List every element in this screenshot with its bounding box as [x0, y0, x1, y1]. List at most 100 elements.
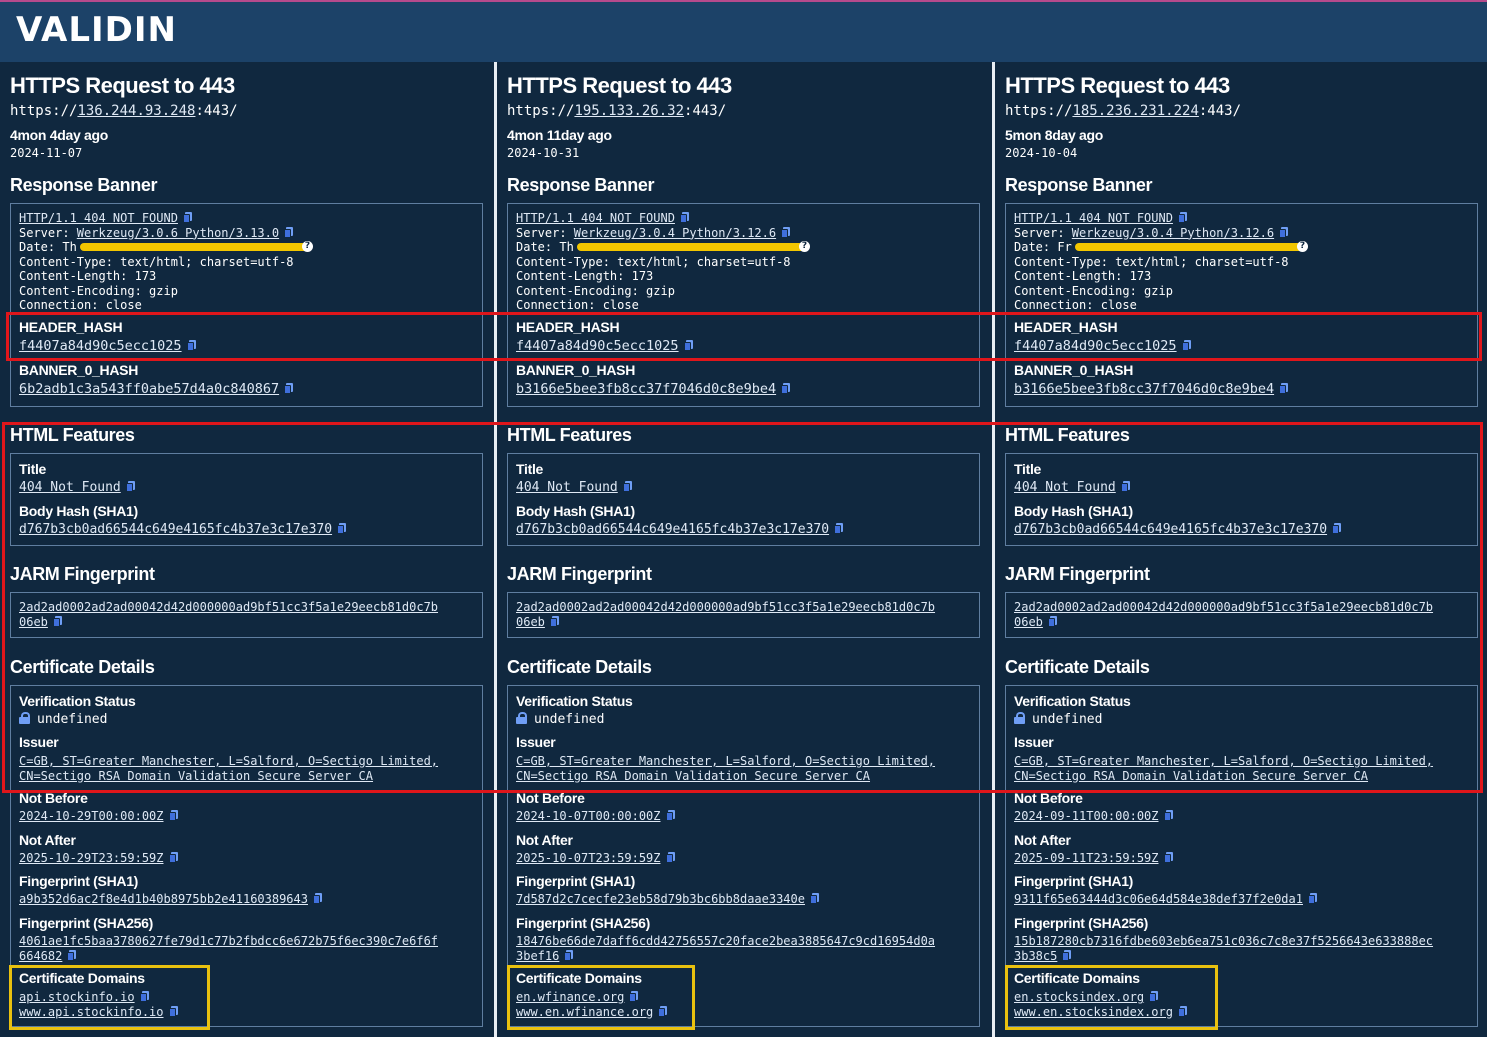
copy-icon[interactable]: [1307, 893, 1317, 904]
copy-icon[interactable]: [182, 212, 192, 223]
domains-highlight-2: [1005, 965, 1218, 1030]
copy-icon[interactable]: [564, 949, 574, 961]
html-cert-highlight: [2, 422, 1483, 793]
ip-link[interactable]: 195.133.26.32: [574, 103, 684, 119]
time-ago: 4mon 4day ago: [10, 127, 109, 143]
request-title: HTTPS Request to 443: [1005, 73, 1230, 98]
copy-icon[interactable]: [679, 212, 689, 223]
redaction-bar: [577, 243, 805, 251]
not-after-value: 2025-09-11T23:59:59Z: [1014, 851, 1173, 866]
fp-sha256-value: 4061ae1fc5baa3780627fe79d1c77b2fbdcc6e67…: [19, 934, 439, 963]
fp-sha1-link[interactable]: 7d587d2c7cecfe23eb58d79b3bc6bb8daae3340e: [516, 892, 805, 906]
not-before-value: 2024-10-29T00:00:00Z: [19, 809, 178, 824]
banner-0-hash-value: b3166e5bee3fb8cc37f7046d0c8e9be4: [516, 381, 791, 397]
banner-0-hash-link[interactable]: b3166e5bee3fb8cc37f7046d0c8e9be4: [1014, 381, 1274, 397]
server-link[interactable]: Werkzeug/3.0.6 Python/3.13.0: [77, 226, 279, 240]
status-line-link[interactable]: HTTP/1.1 404 NOT FOUND: [516, 211, 675, 225]
fp-sha256-label: Fingerprint (SHA256): [19, 915, 154, 931]
copy-icon[interactable]: [809, 893, 819, 904]
not-after-link[interactable]: 2025-10-07T23:59:59Z: [516, 851, 661, 865]
copy-icon[interactable]: [781, 383, 791, 394]
scan-date: 2024-10-04: [1005, 146, 1078, 160]
not-after-value: 2025-10-07T23:59:59Z: [516, 851, 675, 866]
copy-icon[interactable]: [781, 226, 791, 238]
copy-icon[interactable]: [1279, 383, 1289, 394]
validin-logo[interactable]: VALIDIN: [16, 10, 177, 50]
fp-sha256-label: Fingerprint (SHA256): [1014, 915, 1149, 931]
response-banner-heading: Response Banner: [10, 175, 158, 195]
banner-text: HTTP/1.1 404 NOT FOUND Server: Werkzeug/…: [19, 211, 294, 312]
redaction-bar: [80, 243, 308, 251]
copy-icon[interactable]: [665, 810, 675, 821]
fp-sha256-label: Fingerprint (SHA256): [516, 915, 651, 931]
question-icon[interactable]: ?: [799, 241, 810, 252]
question-icon[interactable]: ?: [302, 241, 313, 252]
banner-0-hash-label: BANNER_0_HASH: [19, 362, 139, 378]
fp-sha256-link[interactable]: 18476be66de7daff6cdd42756557c20face2bea3…: [516, 934, 935, 949]
not-after-label: Not After: [1014, 832, 1071, 848]
fp-sha1-label: Fingerprint (SHA1): [19, 873, 139, 889]
banner-0-hash-link[interactable]: 6b2adb1c3a543ff0abe57d4a0c840867: [19, 381, 279, 397]
redaction-bar: [1075, 243, 1303, 251]
not-before-link[interactable]: 2024-10-07T00:00:00Z: [516, 809, 661, 823]
copy-icon[interactable]: [168, 852, 178, 863]
banner-text: HTTP/1.1 404 NOT FOUND Server: Werkzeug/…: [516, 211, 791, 312]
not-after-link[interactable]: 2025-09-11T23:59:59Z: [1014, 851, 1159, 865]
not-before-value: 2024-09-11T00:00:00Z: [1014, 809, 1173, 824]
not-after-value: 2025-10-29T23:59:59Z: [19, 851, 178, 866]
time-ago: 5mon 8day ago: [1005, 127, 1104, 143]
copy-icon[interactable]: [284, 383, 294, 394]
banner-0-hash-link[interactable]: b3166e5bee3fb8cc37f7046d0c8e9be4: [516, 381, 776, 397]
not-after-label: Not After: [19, 832, 76, 848]
ip-link[interactable]: 136.244.93.248: [77, 103, 195, 119]
fp-sha256-value: 15b187280cb7316fdbe603eb6ea751c036c7c8e3…: [1014, 934, 1434, 963]
not-before-link[interactable]: 2024-10-29T00:00:00Z: [19, 809, 164, 823]
scan-date: 2024-10-31: [507, 146, 580, 160]
top-bar: VALIDIN: [0, 0, 1487, 62]
domains-highlight-1: [507, 965, 695, 1030]
request-url: https://195.133.26.32:443/: [507, 103, 727, 119]
status-line-link[interactable]: HTTP/1.1 404 NOT FOUND: [1014, 211, 1173, 225]
banner-0-hash-value: 6b2adb1c3a543ff0abe57d4a0c840867: [19, 381, 294, 397]
response-banner-heading: Response Banner: [507, 175, 655, 195]
copy-icon[interactable]: [168, 810, 178, 821]
request-url: https://136.244.93.248:443/: [10, 103, 238, 119]
server-link[interactable]: Werkzeug/3.0.4 Python/3.12.6: [574, 226, 776, 240]
copy-icon[interactable]: [312, 893, 322, 904]
fp-sha1-link[interactable]: a9b352d6ac2f8e4d1b40b8975bb2e41160389643: [19, 892, 308, 906]
banner-0-hash-label: BANNER_0_HASH: [1014, 362, 1134, 378]
copy-icon[interactable]: [1062, 949, 1072, 961]
fp-sha256-link[interactable]: 15b187280cb7316fdbe603eb6ea751c036c7c8e3…: [1014, 934, 1433, 949]
copy-icon[interactable]: [665, 852, 675, 863]
fp-sha256-link[interactable]: 4061ae1fc5baa3780627fe79d1c77b2fbdcc6e67…: [19, 934, 438, 949]
banner-0-hash-value: b3166e5bee3fb8cc37f7046d0c8e9be4: [1014, 381, 1289, 397]
request-url: https://185.236.231.224:443/: [1005, 103, 1242, 119]
not-before-value: 2024-10-07T00:00:00Z: [516, 809, 675, 824]
copy-icon[interactable]: [1163, 852, 1173, 863]
copy-icon[interactable]: [1163, 810, 1173, 821]
not-after-label: Not After: [516, 832, 573, 848]
not-before-link[interactable]: 2024-09-11T00:00:00Z: [1014, 809, 1159, 823]
ip-link[interactable]: 185.236.231.224: [1072, 103, 1198, 119]
fp-sha1-value: 9311f65e63444d3c06e64d584e38def37f2e0da1: [1014, 892, 1317, 907]
copy-icon[interactable]: [1177, 212, 1187, 223]
copy-icon[interactable]: [1279, 226, 1289, 238]
fp-sha1-value: 7d587d2c7cecfe23eb58d79b3bc6bb8daae3340e: [516, 892, 819, 907]
scan-date: 2024-11-07: [10, 146, 83, 160]
fp-sha1-value: a9b352d6ac2f8e4d1b40b8975bb2e41160389643: [19, 892, 322, 907]
status-line-link[interactable]: HTTP/1.1 404 NOT FOUND: [19, 211, 178, 225]
copy-icon[interactable]: [67, 949, 77, 961]
fp-sha1-link[interactable]: 9311f65e63444d3c06e64d584e38def37f2e0da1: [1014, 892, 1303, 906]
server-link[interactable]: Werkzeug/3.0.4 Python/3.12.6: [1072, 226, 1274, 240]
banner-text: HTTP/1.1 404 NOT FOUND Server: Werkzeug/…: [1014, 211, 1289, 312]
request-title: HTTPS Request to 443: [10, 73, 235, 98]
domains-highlight-0: [9, 965, 210, 1030]
header-hash-highlight: [6, 312, 1482, 361]
question-icon[interactable]: ?: [1297, 241, 1308, 252]
fp-sha1-label: Fingerprint (SHA1): [1014, 873, 1134, 889]
time-ago: 4mon 11day ago: [507, 127, 612, 143]
fp-sha256-value: 18476be66de7daff6cdd42756557c20face2bea3…: [516, 934, 936, 963]
copy-icon[interactable]: [284, 226, 294, 238]
request-title: HTTPS Request to 443: [507, 73, 732, 98]
not-after-link[interactable]: 2025-10-29T23:59:59Z: [19, 851, 164, 865]
